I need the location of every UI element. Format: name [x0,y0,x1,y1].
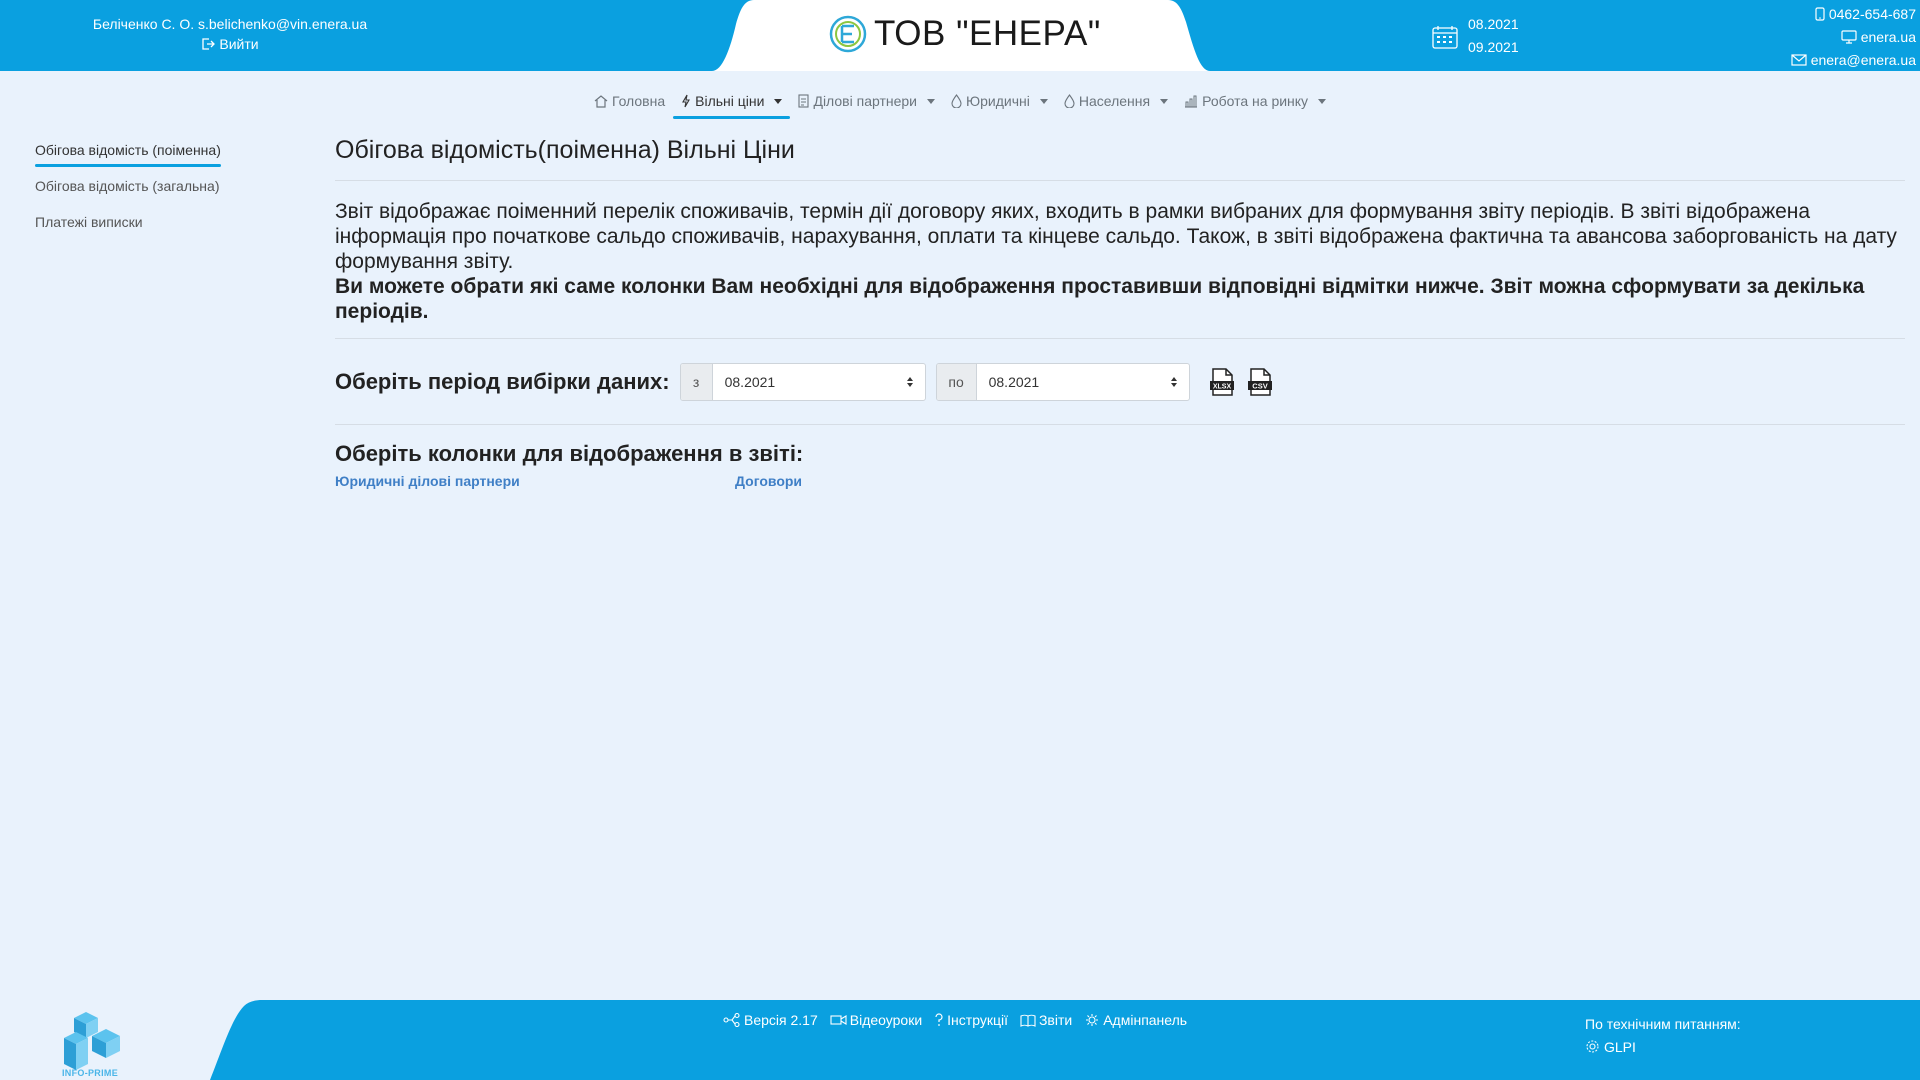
columns-title: Оберіть колонки для відображення в звіті… [335,441,804,466]
report-description: Звіт відображає поіменний перелік спожив… [335,181,1905,339]
calendar-icon [1432,26,1458,49]
period-from-value: 08.2021 [724,373,776,390]
sidebar-item-payments[interactable]: Платежі виписки [35,210,143,246]
nav-home-label: Головна [611,93,666,109]
csv-label: CSV [1252,381,1267,390]
description-text: Звіт відображає поіменний перелік спожив… [335,200,1897,273]
chevron-down-icon [927,98,935,104]
footer: INFO-PRIME Версія 2.17 Відеоуроки Інстру… [0,1000,1920,1080]
csv-file-icon: CSV [1247,367,1272,396]
support-block: По технічним питанням: GLPI [1585,1012,1741,1058]
header-bar: Беліченко С. О. s.belichenko@vin.enera.u… [0,0,1920,71]
period-from: 08.2021 [1468,16,1519,32]
admin-icon [1086,1014,1099,1026]
nav-home[interactable]: Головна [586,86,673,116]
nav-population-label: Населення [1078,93,1151,109]
nav-market[interactable]: Робота на ринку [1176,86,1334,116]
reports-link[interactable]: Звіти [1020,1012,1072,1028]
mail-icon [1791,53,1807,66]
period-to-value: 08.2021 [988,373,1040,390]
xlsx-label: XLSX [1212,383,1231,390]
admin-link[interactable]: Адмінпанель [1084,1012,1187,1028]
chevron-down-icon [1318,98,1327,104]
videos-label: Відеоуроки [849,1012,923,1028]
period-selector: Оберіть період вибірки даних: з 08.2021 … [335,339,1905,425]
main-nav: Головна Вільні ціни Ділові партнери Юрид… [0,86,1920,119]
current-period[interactable]: 08.2021 09.2021 [1432,14,1519,60]
chevron-down-icon [1160,98,1169,104]
logout-button[interactable]: Вийти [201,34,259,54]
chart-icon [1185,95,1198,108]
drop-icon [951,94,962,108]
nav-population[interactable]: Населення [1056,86,1176,116]
export-xlsx-button[interactable]: XLSX [1206,366,1238,398]
export-csv-button[interactable]: CSV [1244,366,1276,398]
version-link[interactable]: Версія 2.17 [723,1012,818,1028]
videos-link[interactable]: Відеоуроки [830,1012,922,1028]
book-icon [1020,1014,1036,1027]
logout-label: Вийти [219,36,259,52]
enera-logo-icon [829,15,867,53]
version-label: Версія 2.17 [744,1012,818,1028]
xlsx-file-icon: XLSX [1209,367,1234,396]
chevron-down-icon [1039,98,1048,104]
sidebar: Обігова відомість (поіменна) Обігова від… [35,138,275,246]
period-label: Оберіть період вибірки даних: [335,368,670,394]
instructions-link[interactable]: Інструкції [934,1012,1008,1028]
phone-icon [1815,6,1825,21]
column-group-legal-partners[interactable]: Юридичні ділові партнери [335,473,735,489]
footer-links: Версія 2.17 Відеоуроки Інструкції Звіти … [723,1012,1187,1028]
email-link[interactable]: enera@enera.ua [1811,50,1916,70]
nav-free-prices[interactable]: Вільні ціни [673,86,791,119]
main-content: Обігова відомість(поіменна) Вільні Ціни … [335,132,1905,489]
logout-icon [202,38,216,50]
home-icon [594,94,608,108]
period-from-group: з 08.2021 [679,362,926,401]
site-link[interactable]: enera.ua [1861,27,1916,47]
column-groups: Юридичні ділові партнери Договори [335,473,1905,489]
contacts: 0462-654-687 enera.ua enera@enera.ua [1791,2,1916,71]
chevron-down-icon [774,98,783,104]
to-prefix: по [936,363,977,400]
git-branch-icon [723,1013,740,1027]
period-to: 09.2021 [1468,39,1519,55]
period-to-select[interactable]: 08.2021 [977,364,1189,400]
brand-title: ТОВ "ЕНЕРА" [874,14,1101,53]
nav-partners[interactable]: Ділові партнери [790,86,943,116]
admin-label: Адмінпанель [1103,1012,1188,1028]
bolt-icon [682,94,691,108]
document-icon [798,94,810,108]
brand[interactable]: ТОВ "ЕНЕРА" [828,12,1101,56]
select-arrows-icon [906,376,913,387]
select-arrows-icon [1170,376,1177,387]
nav-legal-label: Юридичні [966,93,1030,109]
phone-number[interactable]: 0462-654-687 [1829,4,1916,24]
glpi-link[interactable]: GLPI [1604,1038,1636,1056]
sidebar-item-turnover-general[interactable]: Обігова відомість (загальна) [35,174,220,210]
user-name: Беліченко С. О. s.belichenko@vin.enera.u… [92,16,368,32]
sidebar-item-turnover-named[interactable]: Обігова відомість (поіменна) [35,138,221,174]
column-group-contracts[interactable]: Договори [735,473,802,489]
nav-legal[interactable]: Юридичні [943,86,1056,116]
question-icon [935,1013,943,1026]
user-box: Беліченко С. О. s.belichenko@vin.enera.u… [88,14,372,54]
nav-free-prices-label: Вільні ціни [695,93,765,109]
from-prefix: з [680,363,713,400]
reports-label: Звіти [1038,1012,1073,1028]
instructions-label: Інструкції [947,1012,1008,1028]
nav-market-label: Робота на ринку [1202,93,1309,109]
video-icon [830,1015,847,1025]
support-label: По технічним питанням: [1585,1015,1741,1032]
site-icon [1841,29,1857,44]
drop-icon [1064,94,1075,108]
description-bold-text: Ви можете обрати які саме колонки Вам не… [335,275,1865,323]
page-title: Обігова відомість(поіменна) Вільні Ціни [335,132,1905,181]
info-prime-brand: INFO-PRIME [62,1068,118,1078]
gear-icon [1586,1040,1599,1053]
nav-partners-label: Ділові партнери [813,93,917,109]
period-from-select[interactable]: 08.2021 [713,364,925,400]
period-to-group: по 08.2021 [935,362,1190,401]
